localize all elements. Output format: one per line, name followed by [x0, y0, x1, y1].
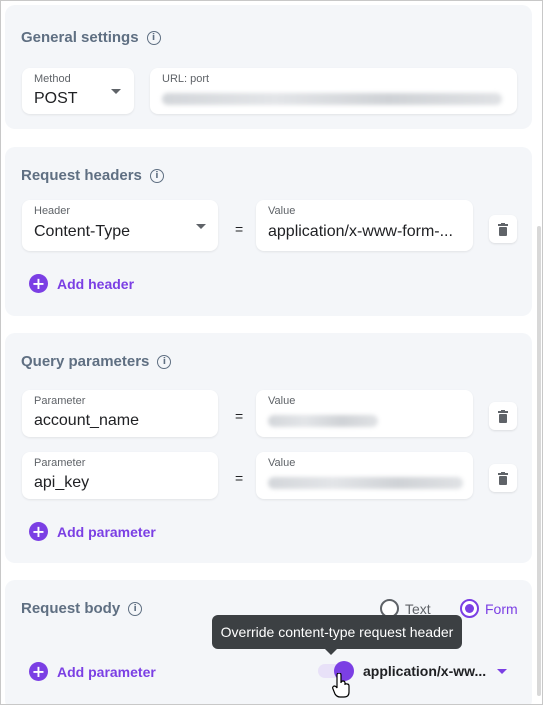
content-type-value[interactable]: application/x-ww... — [363, 663, 486, 679]
field-label: Header — [34, 205, 71, 217]
field-label: Value — [268, 395, 296, 407]
section-title: Request body — [21, 600, 121, 617]
add-header-button[interactable]: + Add header — [29, 274, 134, 293]
add-parameter-label: Add parameter — [57, 523, 156, 540]
request-body-header: Request body i — [21, 600, 143, 617]
plus-circle-icon: + — [29, 274, 48, 293]
field-value: POST — [34, 90, 78, 107]
header-select[interactable]: Header Content-Type — [22, 200, 218, 251]
query-parameters-card: Query parameters i Parameter account_nam… — [5, 333, 532, 563]
add-parameter-label: Add parameter — [57, 663, 156, 680]
field-label: Parameter — [34, 457, 86, 469]
radio-icon[interactable] — [460, 599, 479, 618]
plus-circle-icon: + — [29, 522, 48, 541]
info-icon[interactable]: i — [128, 601, 143, 616]
radio-label: Form — [485, 600, 518, 617]
chevron-down-icon[interactable] — [111, 89, 121, 94]
parameter-value-field[interactable]: Value — [256, 452, 473, 499]
redacted-parameter-value — [268, 415, 378, 427]
chevron-down-icon[interactable] — [196, 224, 206, 229]
parameter-name-field[interactable]: Parameter api_key — [22, 452, 218, 499]
method-select[interactable]: Method POST — [22, 68, 134, 114]
tooltip-text: Override content-type request header — [220, 624, 454, 640]
equals-sign: = — [235, 221, 244, 237]
delete-parameter-button[interactable] — [489, 464, 517, 492]
delete-parameter-button[interactable] — [489, 402, 517, 430]
field-label: URL: port — [162, 73, 210, 85]
field-value: api_key — [34, 474, 90, 491]
delete-header-button[interactable] — [489, 215, 517, 243]
trash-icon — [498, 471, 508, 485]
header-value-field[interactable]: Value application/x-www-form-... — [256, 200, 473, 251]
query-parameters-header: Query parameters i — [21, 353, 172, 370]
hand-cursor-icon — [332, 673, 350, 698]
plus-circle-icon: + — [29, 662, 48, 681]
parameter-value-field[interactable]: Value — [256, 390, 473, 437]
field-value: Content-Type — [34, 223, 131, 240]
request-headers-header: Request headers i — [21, 167, 164, 184]
general-settings-card: General settings i Method POST URL: port — [5, 5, 532, 129]
field-value: account_name — [34, 412, 139, 429]
add-parameter-button[interactable]: + Add parameter — [29, 522, 156, 541]
radio-form-option[interactable]: Form — [460, 599, 518, 618]
equals-sign: = — [235, 408, 244, 424]
field-label: Value — [268, 205, 296, 217]
field-label: Value — [268, 457, 296, 469]
section-title: Request headers — [21, 167, 142, 184]
field-label: Method — [34, 73, 71, 85]
add-header-label: Add header — [57, 275, 135, 292]
info-icon[interactable]: i — [149, 168, 164, 183]
redacted-parameter-value — [268, 477, 463, 489]
info-icon[interactable]: i — [146, 30, 161, 45]
add-body-parameter-button[interactable]: + Add parameter — [29, 662, 156, 681]
url-port-field[interactable]: URL: port — [150, 68, 517, 114]
general-settings-header: General settings i — [21, 29, 161, 46]
equals-sign: = — [235, 470, 244, 486]
redacted-url-value — [162, 93, 502, 105]
request-headers-card: Request headers i Header Content-Type = … — [5, 147, 532, 316]
trash-icon — [498, 222, 508, 236]
section-title: General settings — [21, 29, 139, 46]
trash-icon — [498, 409, 508, 423]
parameter-name-field[interactable]: Parameter account_name — [22, 390, 218, 437]
scrollbar[interactable] — [537, 226, 541, 696]
chevron-down-icon[interactable] — [497, 669, 507, 674]
settings-panel: General settings i Method POST URL: port… — [0, 0, 543, 705]
section-title: Query parameters — [21, 353, 150, 370]
info-icon[interactable]: i — [157, 354, 172, 369]
field-value: application/x-www-form-... — [268, 223, 453, 240]
field-label: Parameter — [34, 395, 86, 407]
override-tooltip: Override content-type request header — [212, 615, 462, 655]
